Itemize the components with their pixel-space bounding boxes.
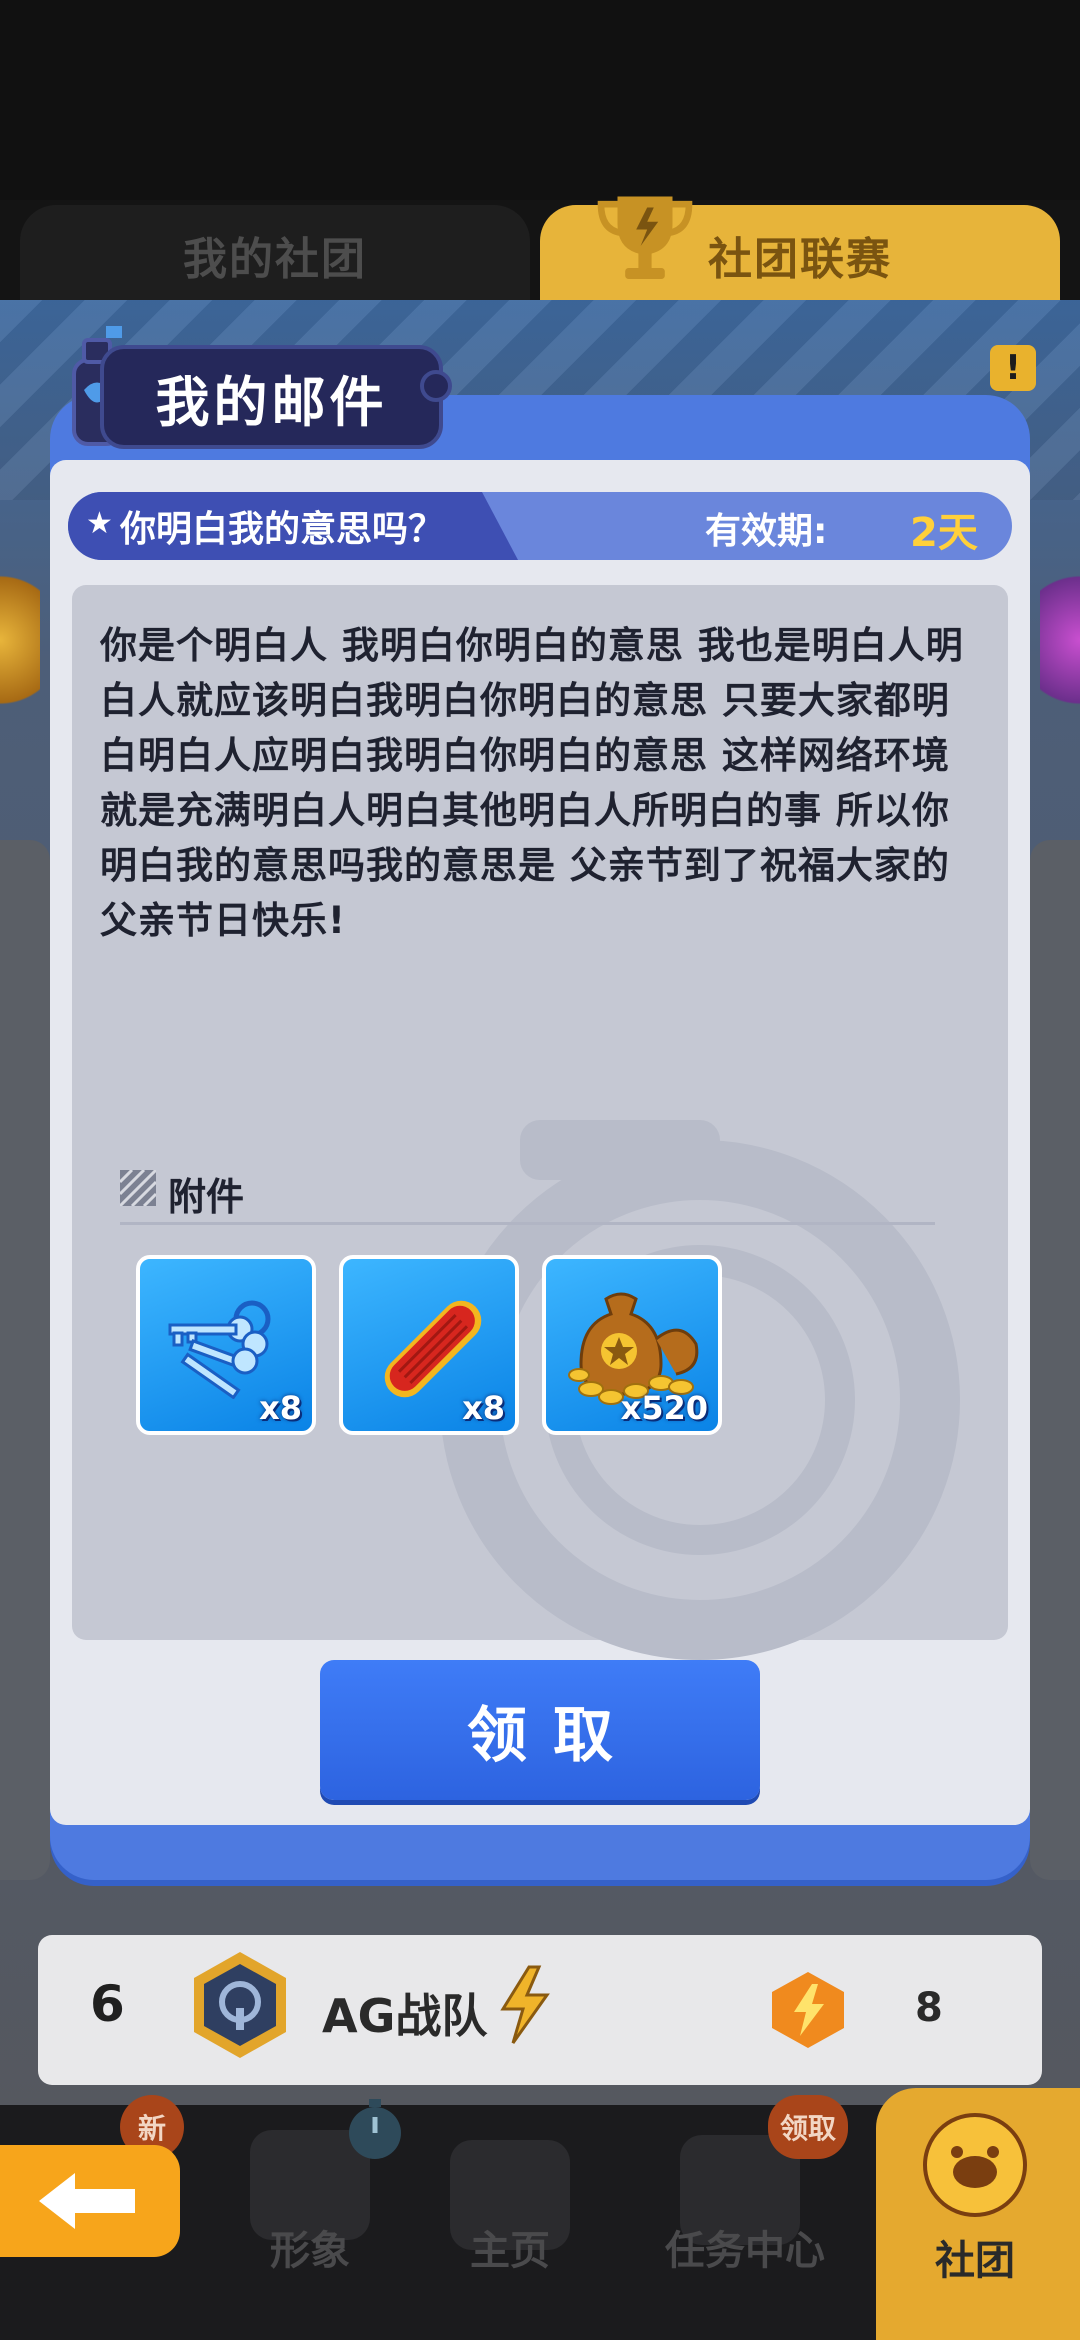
rank-number: 6 — [90, 1975, 125, 2033]
back-arrow-icon — [39, 2173, 135, 2229]
item-quantity: x520 — [620, 1389, 708, 1427]
league-score: 8 — [915, 1985, 943, 2031]
attachment-item-hoverboard[interactable]: x8 — [339, 1255, 519, 1435]
team-name: AG战队 — [322, 1989, 488, 2043]
league-points-icon — [772, 1972, 844, 2048]
star-icon: ★ — [86, 506, 113, 541]
claim-button[interactable]: 领取 — [320, 1660, 760, 1800]
lightning-icon — [500, 1965, 550, 2044]
attachment-item-coins[interactable]: x520 — [542, 1255, 722, 1435]
attachment-icon — [120, 1170, 156, 1206]
back-button[interactable] — [0, 2145, 180, 2257]
tab-my-club[interactable]: 我的社团 — [20, 205, 530, 305]
warning-icon[interactable]: ! — [990, 345, 1036, 391]
attachments-label: 附件 — [168, 1175, 245, 1219]
dialog-title: 我的邮件 — [100, 345, 443, 449]
mail-subject: 你明白我的意思吗？ — [120, 509, 445, 550]
trophy-icon — [597, 196, 693, 279]
claim-badge: 领取 — [768, 2095, 848, 2159]
validity-label: 有效期: — [705, 511, 828, 552]
title-tag-dot — [420, 370, 452, 402]
status-area — [0, 0, 1080, 200]
background-card — [0, 840, 50, 1880]
club-nav-icon — [923, 2113, 1027, 2217]
keys-icon — [168, 1300, 271, 1399]
team-badge-icon — [194, 1952, 286, 2058]
stopwatch-icon — [349, 2099, 401, 2159]
divider — [120, 1222, 935, 1225]
nav-item-home[interactable]: 主页 — [440, 2218, 580, 2276]
attachment-item-keys[interactable]: x8 — [136, 1255, 316, 1435]
nav-item-task-center[interactable]: 任务中心 — [650, 2218, 840, 2276]
nav-item-club[interactable]: 社团 — [900, 2228, 1050, 2286]
mail-body: 你是个明白人 我明白你明白的意思 我也是明白人明白人就应该明白我明白你明白的意思… — [100, 624, 964, 942]
gem-decoration — [1040, 560, 1080, 720]
coin-pile-decoration — [0, 560, 40, 720]
item-quantity: x8 — [259, 1389, 302, 1427]
validity-value: 2天 — [910, 510, 978, 556]
item-quantity: x8 — [462, 1389, 505, 1427]
nav-item-avatar[interactable]: 形象 — [240, 2218, 380, 2276]
